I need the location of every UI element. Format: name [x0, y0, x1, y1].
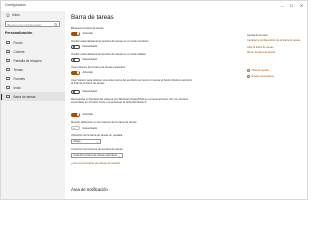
toggle-autohide-tablet[interactable]: Desactivado [71, 57, 98, 62]
settings-window: Configuración — ☐ ✕ Inicio Buscar una co… [0, 0, 308, 200]
toggle-state-label: Desactivado [82, 58, 98, 62]
sidebar-item-fondo[interactable]: Fondo [1, 38, 65, 47]
toggle-lock-taskbar[interactable]: Activado [71, 31, 93, 36]
sidebar-item-label: Temas [13, 67, 23, 72]
sidebar-home[interactable]: Inicio [6, 13, 20, 17]
toggle-small-buttons[interactable]: Activado [71, 70, 93, 75]
feedback-icon [247, 74, 250, 78]
search-input[interactable]: Buscar una configuración [5, 21, 60, 27]
close-button[interactable]: ✕ [297, 2, 306, 9]
toggle-switch[interactable] [71, 44, 80, 49]
send-feedback-link[interactable]: Enviar comentarios [247, 74, 274, 78]
search-icon[interactable] [54, 23, 58, 27]
customize-taskbar-link[interactable]: ¿Cómo personalizo las barras de tareas? [71, 162, 120, 165]
start-icon [6, 85, 10, 90]
help-panel-title: Ayuda de la web [247, 33, 268, 37]
toggle-switch[interactable] [71, 126, 80, 131]
sidebar-item-colores[interactable]: Colores [1, 47, 65, 56]
sidebar-item-temas[interactable]: Temas [1, 65, 65, 74]
lock-screen-icon [6, 58, 10, 63]
help-panel: Ayuda de la web Cambiar la configuración… [247, 11, 307, 199]
sidebar-item-inicio[interactable]: Inicio [1, 83, 65, 92]
chevron-down-icon: ⌄ [96, 140, 99, 144]
sidebar-item-label: Fondo [13, 40, 23, 45]
chevron-down-icon: ⌄ [118, 154, 121, 158]
setting-label: Bloquear la barra de tareas [71, 27, 104, 30]
send-feedback-label: Enviar comentarios [251, 74, 274, 78]
brush-icon [6, 67, 10, 72]
setting-label: Reemplazar el Símbolo del sistema por Wi… [71, 98, 189, 105]
sidebar: Inicio Buscar una configuración Personal… [1, 11, 65, 199]
window-title: Configuración [5, 3, 26, 7]
toggle-switch[interactable] [71, 112, 80, 117]
palette-icon [6, 49, 10, 54]
setting-label: Mostrar distintivos en los botones de la… [71, 121, 137, 124]
font-icon [6, 76, 10, 81]
sidebar-item-label: Inicio [13, 85, 21, 90]
main-content: Barra de tareas Bloquear la barra de tar… [65, 11, 241, 199]
setting-label: Usar botones de la barra de tareas peque… [71, 66, 126, 69]
toggle-peek[interactable]: Desactivado [71, 89, 98, 94]
get-help-label: Obtener ayuda [251, 69, 269, 72]
setting-label: Ocultar automáticamente la barra de tare… [71, 40, 149, 43]
sidebar-item-barra-de-tareas[interactable]: Barra de tareas [1, 92, 65, 101]
toggle-switch[interactable] [71, 57, 80, 62]
home-icon [6, 13, 10, 17]
toggle-autohide-desktop[interactable]: Desactivado [71, 44, 98, 49]
setting-label: Usar Vistazo para obtener una vista prev… [71, 78, 193, 85]
sidebar-item-label: Colores [13, 49, 25, 54]
location-label: Ubicación de la barra de tareas en panta… [71, 134, 123, 137]
combine-value: Cuando la barra de tareas esté llena [73, 154, 117, 157]
combine-label: Combinar los botones de la barra de tare… [71, 148, 123, 151]
help-icon [247, 69, 250, 72]
sidebar-section-title: Personalización [5, 31, 33, 35]
title-bar: Configuración — ☐ ✕ [1, 1, 307, 11]
notification-area-heading: Área de notificación [71, 187, 108, 192]
toggle-state-label: Desactivado [82, 90, 98, 94]
toggle-state-label: Activado [82, 32, 93, 36]
toggle-state-label: Desactivado [82, 45, 98, 49]
toggle-switch[interactable] [71, 70, 80, 75]
help-link[interactable]: Cambiar la configuración de la barra de … [247, 39, 305, 42]
minimize-button[interactable]: — [278, 2, 287, 9]
location-value: Abajo [73, 140, 81, 143]
page-title: Barra de tareas [71, 14, 114, 21]
sidebar-item-label: Fuentes [13, 76, 26, 81]
help-link[interactable]: Mover la barra de tareas [247, 51, 305, 54]
toggle-state-label: Activado [82, 113, 93, 117]
sidebar-item-label: Pantalla de bloqueo [13, 58, 42, 63]
get-help-link[interactable]: Obtener ayuda [247, 69, 269, 72]
toggle-state-label: Activado [82, 71, 93, 75]
search-placeholder: Buscar una configuración [7, 23, 42, 27]
toggle-switch[interactable] [71, 31, 80, 36]
toggle-badges[interactable]: Desactivado [71, 126, 98, 131]
combine-dropdown[interactable]: Cuando la barra de tareas esté llena ⌄ [71, 153, 123, 158]
sidebar-item-pantalla-bloqueo[interactable]: Pantalla de bloqueo [1, 56, 65, 65]
sidebar-home-label: Inicio [12, 13, 20, 17]
taskbar-icon [6, 94, 10, 99]
toggle-switch[interactable] [71, 89, 80, 94]
maximize-button[interactable]: ☐ [287, 2, 296, 9]
help-link[interactable]: Usar la barra de tareas [247, 46, 305, 49]
image-icon [6, 40, 10, 45]
sidebar-item-fuentes[interactable]: Fuentes [1, 74, 65, 83]
toggle-powershell[interactable]: Activado [71, 112, 93, 117]
sidebar-item-label: Barra de tareas [13, 94, 36, 99]
sidebar-nav: Fondo Colores Pantalla de bloqueo Temas … [1, 38, 65, 101]
toggle-state-label: Desactivado [82, 126, 98, 130]
setting-label: Ocultar automáticamente la barra de tare… [71, 53, 146, 56]
location-dropdown[interactable]: Abajo ⌄ [71, 139, 101, 144]
